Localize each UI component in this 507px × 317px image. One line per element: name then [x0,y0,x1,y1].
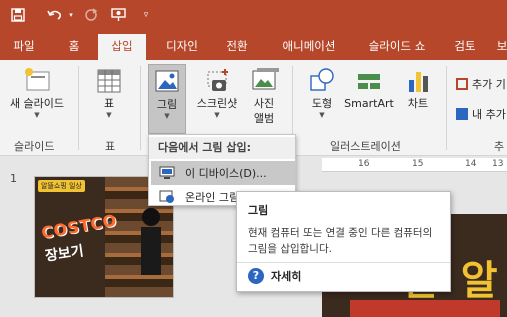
tab-slideshow[interactable]: 슬라이드 쇼 [354,32,440,60]
undo-icon[interactable] [44,6,66,24]
tooltip-divider [237,262,450,263]
new-slide-label: 새 슬라이드 [9,97,65,110]
redo-icon[interactable] [82,6,100,24]
photo-album-label2: 앨범 [253,112,275,125]
tab-file[interactable]: 파일 [0,32,48,60]
table-label: 표 [103,97,115,110]
chevron-down-icon: ▼ [164,112,170,120]
new-slide-button[interactable]: 새 슬라이드 ▼ [4,66,70,128]
title-bar: ▾ ▿ [0,0,507,32]
tab-view[interactable]: 보 [490,32,507,60]
tab-insert[interactable]: 삽입 [98,34,146,60]
main-slide-banner [350,300,500,317]
screenshot-icon [207,69,228,91]
ruler-tick: 14 [465,159,477,169]
undo-dropdown-icon[interactable]: ▾ [66,6,76,24]
group-separator [446,66,447,150]
smartart-button[interactable]: SmartArt [344,66,394,128]
group-label-addins: 추 [494,140,505,153]
ribbon-tabs: 파일 홈 삽입 디자인 전환 애니메이션 슬라이드 쇼 검토 보 [0,32,507,60]
shapes-button[interactable]: 도형 ▼ [302,66,342,128]
group-separator [140,66,141,150]
picture-label: 그림 [156,98,178,111]
photo-album-icon [252,68,279,90]
customize-qat-icon[interactable]: ▿ [140,6,152,24]
tab-animations[interactable]: 애니메이션 [264,32,354,60]
tab-home[interactable]: 홈 [50,32,98,60]
group-label-illustrations: 일러스트레이션 [330,140,401,153]
tooltip-description: 현재 컴퓨터 또는 연결 중인 다른 컴퓨터의 그림을 삽입합니다. [248,227,433,255]
get-addins-button[interactable]: 추가 기 [456,76,506,92]
table-icon [97,69,121,93]
store-icon [456,78,468,90]
picture-tooltip: 그림 현재 컴퓨터 또는 연결 중인 다른 컴퓨터의 그림을 삽입합니다. ? … [236,191,451,292]
my-addins-button[interactable]: 내 추가 [456,106,506,122]
online-pictures-icon [159,190,174,203]
tooltip-title: 그림 [248,204,269,217]
thumbnail-subtitle: 장보기 [44,243,85,265]
chart-button[interactable]: 차트 [398,66,438,128]
menu-item-this-device[interactable]: 이 디바이스(D)... [151,161,295,185]
this-device-label: 이 디바이스(D)... [185,167,267,180]
chart-label: 차트 [407,97,429,110]
present-from-start-icon[interactable] [108,6,130,24]
thumbnail-tag: 알뜰쇼핑 일상 [38,180,85,192]
group-label-tables: 표 [105,140,116,153]
chevron-down-icon: ▼ [34,111,40,119]
tab-transitions[interactable]: 전환 [214,32,260,60]
chevron-down-icon: ▼ [106,111,112,119]
picture-button[interactable]: 그림 ▼ [148,64,186,134]
help-icon: ? [248,268,264,284]
screenshot-button[interactable]: 스크린샷 ▼ [190,66,244,128]
new-slide-icon [25,68,50,91]
tab-design[interactable]: 디자인 [150,32,214,60]
get-addins-label: 추가 기 [472,78,506,91]
dropdown-header: 다음에서 그림 삽입: [149,137,295,159]
addins-icon [456,108,468,120]
thumbnail-person-image [141,208,161,275]
ruler-tick: 16 [358,159,370,169]
smartart-label: SmartArt [344,97,394,110]
chevron-down-icon: ▼ [214,111,220,119]
tell-me-more-label: 자세히 [271,270,302,283]
picture-icon [155,70,179,92]
smartart-icon [358,74,380,89]
shapes-icon [310,68,334,91]
photo-album-button[interactable]: 사진 앨범 [244,66,284,138]
screenshot-label: 스크린샷 [196,97,238,110]
group-label-slides: 슬라이드 [14,140,55,153]
shapes-label: 도형 [311,97,333,110]
my-addins-label: 내 추가 [472,108,506,121]
tell-me-more-link[interactable]: ? 자세히 [248,268,301,284]
chevron-down-icon: ▼ [319,111,325,119]
tab-review[interactable]: 검토 [440,32,490,60]
ruler-tick: 15 [412,159,424,169]
table-button[interactable]: 표 ▼ [88,66,130,128]
ruler-tick: 13 [492,159,504,169]
save-icon[interactable] [8,6,28,24]
photo-album-label1: 사진 [253,97,275,110]
slide-number: 1 [10,172,17,185]
horizontal-ruler: 16 15 14 13 [322,158,507,172]
chart-icon [409,72,428,92]
group-separator [78,66,79,150]
this-device-icon [159,166,175,179]
